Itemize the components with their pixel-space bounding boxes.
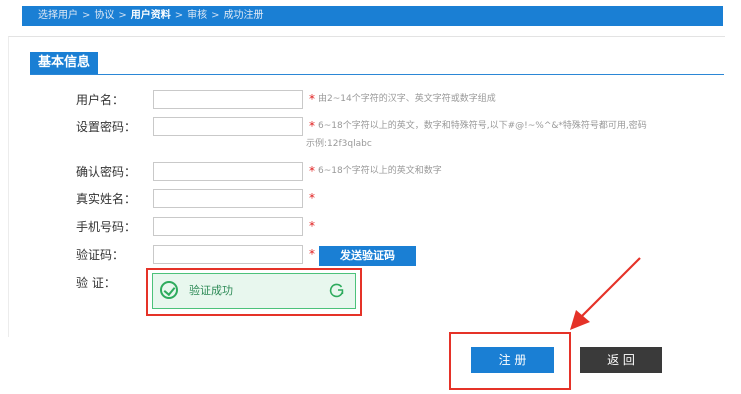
breadcrumb-step-agreement: 协议: [94, 10, 115, 21]
breadcrumb-separator: >: [82, 10, 91, 21]
verification-code-required-mark: *: [309, 247, 315, 261]
phone-label: 手机号码：: [76, 220, 137, 234]
phone-input[interactable]: [153, 217, 303, 236]
breadcrumb-separator: >: [118, 10, 127, 21]
real-name-input[interactable]: [153, 189, 303, 208]
verification-code-input[interactable]: [153, 245, 303, 264]
verify-widget[interactable]: [152, 273, 356, 309]
password-input[interactable]: [153, 117, 303, 136]
breadcrumb-step-success: 成功注册: [223, 10, 264, 21]
confirm-password-required-mark: *: [309, 164, 315, 178]
breadcrumb-step-review: 审核: [187, 10, 208, 21]
username-hint: 由2~14个字符的汉字、英文字符或数字组成: [318, 94, 496, 104]
back-button[interactable]: 返 回: [580, 347, 662, 373]
section-title: 基本信息: [30, 52, 98, 74]
real-name-required-mark: *: [309, 191, 315, 205]
username-required-mark: *: [309, 92, 315, 106]
confirm-password-label: 确认密码：: [76, 165, 137, 179]
password-required-mark: *: [309, 119, 315, 133]
verify-label: 验 证：: [76, 276, 116, 290]
register-button[interactable]: 注 册: [471, 347, 554, 373]
check-circle-icon: [160, 281, 178, 299]
username-label: 用户名：: [76, 93, 125, 107]
breadcrumb-step-user-info: 用户资料: [130, 10, 171, 21]
breadcrumb-separator: >: [174, 10, 184, 21]
verify-status-text: 验证成功: [189, 284, 233, 297]
phone-required-mark: *: [309, 219, 315, 233]
send-code-button[interactable]: 发送验证码: [319, 246, 416, 266]
refresh-icon[interactable]: [329, 282, 345, 298]
password-label: 设置密码：: [76, 120, 137, 134]
verification-code-label: 验证码：: [76, 248, 125, 262]
section-divider: [30, 74, 724, 75]
password-hint-example: 示例:12f3qlabc: [306, 139, 372, 149]
confirm-password-hint: 6~18个字符以上的英文和数字: [318, 166, 442, 176]
confirm-password-input[interactable]: [153, 162, 303, 181]
password-hint: 6~18个字符以上的英文，数字和特殊符号,以下#@!~%^&*特殊符号都可用,密…: [318, 121, 647, 131]
username-input[interactable]: [153, 90, 303, 109]
breadcrumb-step-select-user: 选择用户: [38, 10, 78, 21]
breadcrumb-separator: >: [211, 10, 220, 21]
breadcrumb: 选择用户 > 协议 > 用户资料 > 审核 > 成功注册: [22, 6, 723, 26]
real-name-label: 真实姓名：: [76, 192, 137, 206]
